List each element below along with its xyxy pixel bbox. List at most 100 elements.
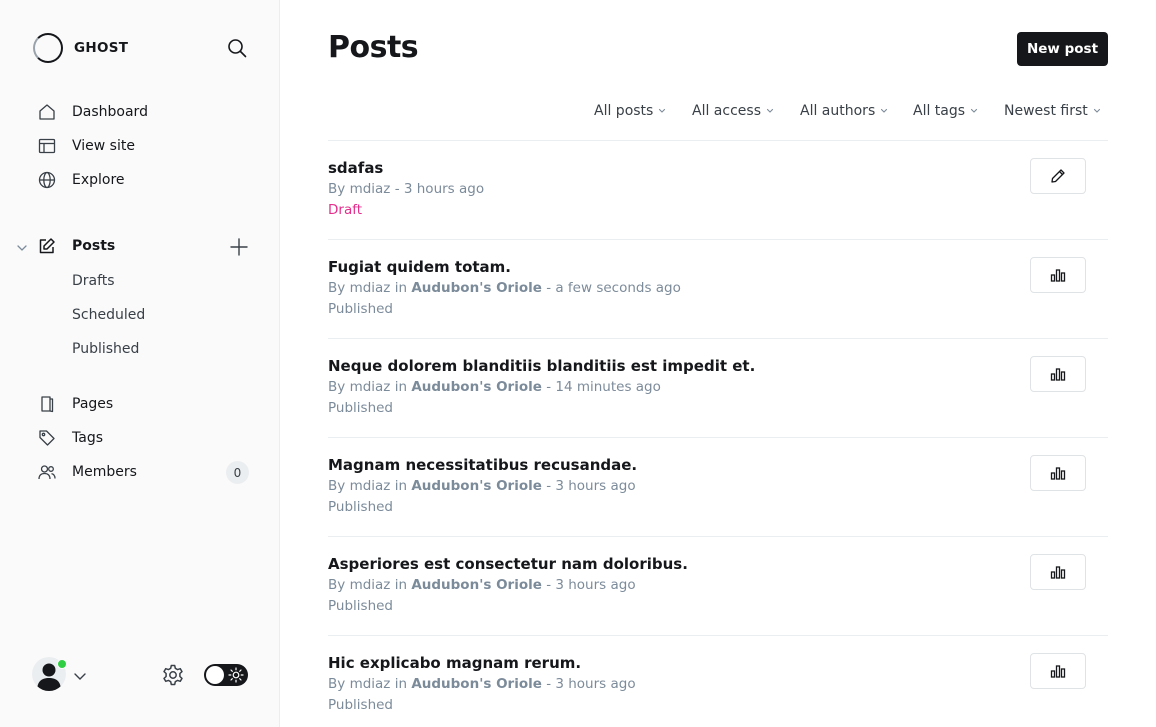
by-label: By [328,577,346,593]
gear-icon [163,664,183,686]
chevron-down-icon [971,108,978,113]
post-time: 14 minutes ago [555,379,661,395]
add-post-button[interactable] [229,237,249,257]
sidebar-item-explore[interactable]: Explore [38,168,125,192]
sidebar-subitem-published[interactable]: Published [72,339,139,359]
search-icon [228,39,247,58]
plus-icon [230,238,248,256]
page-title: Posts [328,30,419,65]
post-analytics-button[interactable] [1030,554,1086,590]
post-meta: By mdiaz in Audubon's Oriole - 3 hours a… [328,478,636,494]
post-author: mdiaz [349,379,391,395]
post-author: mdiaz [349,280,391,296]
sidebar-item-label: Posts [72,238,116,254]
sidebar-item-view-site[interactable]: View site [38,134,135,158]
chevron-down-icon [1093,108,1100,113]
site-name: GHOST [74,40,129,56]
filter-label: All posts [594,103,654,119]
sidebar-item-pages[interactable]: Pages [38,392,113,416]
post-time: 3 hours ago [403,181,485,197]
post-tag[interactable]: Audubon's Oriole [411,478,542,494]
sidebar-item-tags[interactable]: Tags [38,426,103,450]
sidebar-item-dashboard[interactable]: Dashboard [38,100,148,124]
sidebar-item-label: Pages [72,396,114,412]
filter-sort-order[interactable]: Newest first [1004,98,1101,124]
post-tag[interactable]: Audubon's Oriole [411,577,542,593]
dark-mode-toggle[interactable] [204,664,248,686]
post-meta: By mdiaz in Audubon's Oriole - 3 hours a… [328,676,636,692]
home-icon [38,103,56,121]
in-label: in [394,478,408,494]
search-button[interactable] [226,37,248,59]
chevron-down-icon [766,108,774,113]
post-title[interactable]: Hic explicabo magnam rerum. [328,654,581,672]
by-label: By [328,181,346,197]
post-analytics-button[interactable] [1030,455,1086,491]
by-label: By [328,379,346,395]
by-label: By [328,280,346,296]
settings-button[interactable] [161,663,185,687]
chevron-down-icon [17,245,27,251]
edit-icon [38,237,56,255]
post-title[interactable]: Neque dolorem blanditiis blanditiis est … [328,357,755,375]
post-time: 3 hours ago [555,478,636,494]
sidebar-item-label: Tags [72,430,103,446]
chevron-down-icon [74,673,86,680]
layout-icon [38,137,56,155]
sidebar-item-members[interactable]: Members [38,460,137,484]
edit-post-button[interactable] [1030,158,1086,194]
post-title[interactable]: sdafas [328,159,383,177]
edit-icon [1051,169,1065,183]
filter-authors[interactable]: All authors [800,98,888,124]
post-title[interactable]: Asperiores est consectetur nam doloribus… [328,555,688,573]
analytics-icon [1050,665,1066,678]
post-author: mdiaz [349,577,391,593]
post-title[interactable]: Fugiat quidem totam. [328,258,511,276]
post-tag[interactable]: Audubon's Oriole [411,280,542,296]
post-meta: By mdiaz in Audubon's Oriole - a few sec… [328,280,681,296]
post-row[interactable]: sdafas By mdiaz - 3 hours ago Draft [328,140,1108,239]
tag-icon [38,429,56,447]
in-label: in [394,379,408,395]
sidebar-subitem-drafts[interactable]: Drafts [72,271,115,291]
post-analytics-button[interactable] [1030,356,1086,392]
sidebar-item-posts[interactable]: Posts [38,234,115,258]
post-tag[interactable]: Audubon's Oriole [411,379,542,395]
filter-access[interactable]: All access [692,98,774,124]
post-status: Published [328,301,393,317]
post-row[interactable]: Neque dolorem blanditiis blanditiis est … [328,338,1108,437]
members-count-badge: 0 [226,461,249,484]
post-analytics-button[interactable] [1030,257,1086,293]
post-status: Published [328,598,393,614]
chevron-down-icon [659,108,666,113]
sidebar-item-label: Members [72,464,137,480]
filter-post-type[interactable]: All posts [594,98,666,124]
filter-tags[interactable]: All tags [913,98,978,124]
by-label: By [328,478,346,494]
analytics-icon [1050,467,1066,480]
meta-separator: - [546,478,552,494]
post-row[interactable]: Fugiat quidem totam. By mdiaz in Audubon… [328,239,1108,338]
sidebar-subitem-scheduled[interactable]: Scheduled [72,305,145,325]
new-post-button[interactable]: New post [1017,32,1108,66]
meta-separator: - [546,676,552,692]
main-content: Posts New post All posts All access All … [280,0,1156,727]
analytics-icon [1050,368,1066,381]
sidebar: GHOST Dashboard View site Explore Posts … [0,0,280,727]
post-status: Published [328,499,393,515]
post-author: mdiaz [349,181,391,197]
post-row[interactable]: Asperiores est consectetur nam doloribus… [328,536,1108,635]
posts-collapse-toggle[interactable] [15,240,29,254]
post-status: Published [328,400,393,416]
brand[interactable]: GHOST [33,33,128,63]
post-tag[interactable]: Audubon's Oriole [411,676,542,692]
post-row[interactable]: Hic explicabo magnam rerum. By mdiaz in … [328,635,1108,727]
post-row[interactable]: Magnam necessitatibus recusandae. By mdi… [328,437,1108,536]
members-icon [38,463,56,481]
site-logo-icon [33,33,63,63]
post-analytics-button[interactable] [1030,653,1086,689]
post-status: Published [328,697,393,713]
post-title[interactable]: Magnam necessitatibus recusandae. [328,456,637,474]
user-menu-toggle[interactable] [73,668,87,682]
globe-icon [38,171,56,189]
